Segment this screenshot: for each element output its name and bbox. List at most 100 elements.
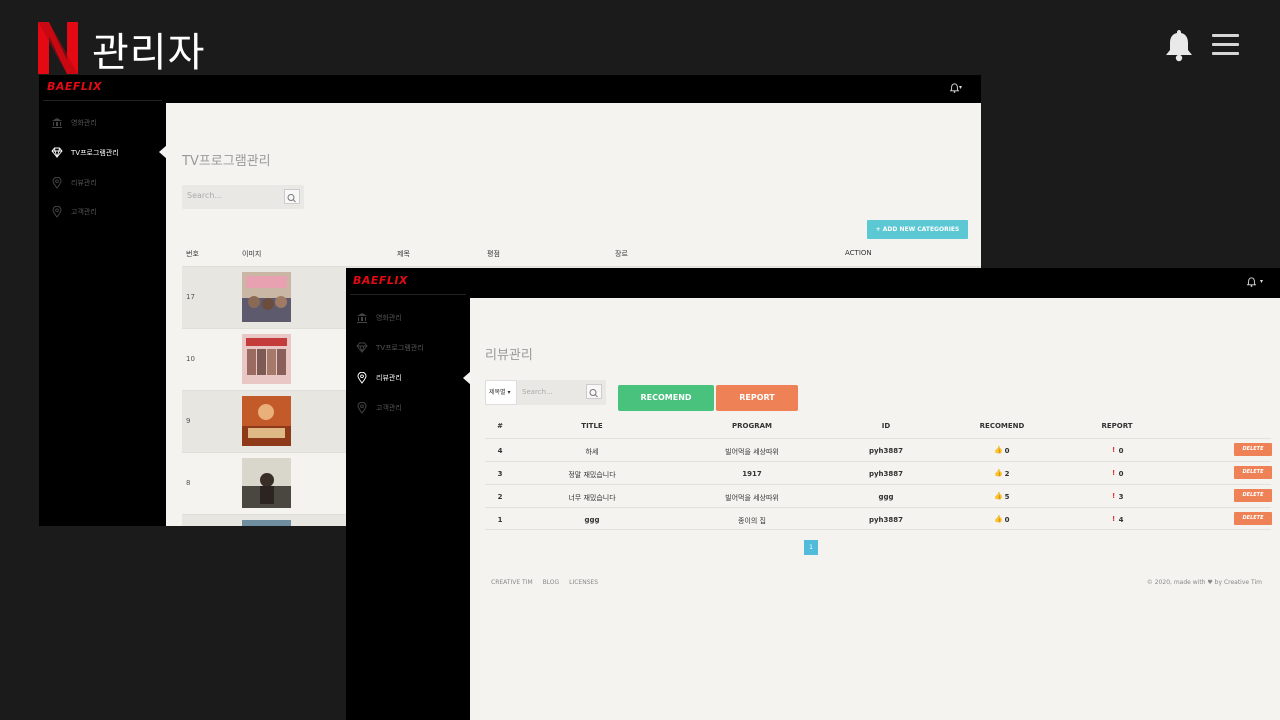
column-header: # — [497, 422, 503, 430]
thumbs-up-icon: 👍 — [994, 515, 1003, 523]
review-user-id: pyh3887 — [868, 516, 904, 524]
add-category-button[interactable]: + ADD NEW CATEGORIES — [867, 220, 968, 239]
diamond-icon — [356, 342, 368, 353]
thumbs-up-icon: 👍 — [994, 446, 1003, 454]
sidebar-item-tv[interactable]: TV프로그램관리 — [51, 147, 119, 158]
review-window: BAEFLIX 영화관리 TV프로그램관리 리뷰관리 고객관리 ▾ 리뷰관리 제… — [346, 268, 1280, 720]
sidebar-item-label: 고객관리 — [71, 208, 97, 216]
delete-button[interactable]: DELETE — [1234, 489, 1272, 502]
footer-link[interactable]: CREATIVE TIM — [491, 579, 533, 586]
bank-icon — [357, 313, 367, 323]
bell-icon[interactable] — [1163, 28, 1195, 62]
review-title: 하세 — [585, 448, 599, 456]
thumbs-up-icon: 👍 — [994, 492, 1003, 500]
pin-icon — [52, 177, 62, 189]
table-row[interactable]: 4 하세 빌어먹을 세상따위 pyh3887 👍 0 ! 0 DELETE — [485, 438, 1272, 461]
pin-icon — [357, 372, 367, 384]
row-number: 17 — [186, 293, 195, 301]
review-program: 빌어먹을 세상따위 — [725, 494, 779, 502]
search-icon — [589, 389, 598, 398]
sidebar-item-reviews[interactable]: 리뷰관리 — [356, 372, 402, 384]
pagination-page-1[interactable]: 1 — [804, 540, 818, 555]
search-box: Search... — [182, 185, 304, 209]
review-user-id: ggg — [878, 493, 894, 501]
chevron-down-icon[interactable]: ▾ — [1260, 278, 1263, 285]
footer-link[interactable]: LICENSES — [569, 579, 598, 586]
section-title: 리뷰관리 — [485, 348, 533, 363]
sidebar-item-tv[interactable]: TV프로그램관리 — [356, 342, 424, 353]
bell-icon[interactable] — [1247, 277, 1256, 287]
filter-select[interactable]: 제목별 ▾ — [485, 380, 517, 405]
search-input[interactable]: Search... — [187, 191, 222, 200]
poster-image[interactable] — [242, 396, 291, 446]
column-header: ACTION — [845, 249, 872, 257]
chevron-down-icon[interactable]: ▾ — [959, 84, 962, 91]
brand-logo[interactable]: BAEFLIX — [353, 274, 408, 287]
delete-button[interactable]: DELETE — [1234, 443, 1272, 456]
menu-icon[interactable] — [1212, 34, 1239, 56]
exclamation-icon: ! — [1112, 446, 1116, 454]
exclamation-icon: ! — [1112, 515, 1116, 523]
recomend-count: 5 — [1004, 493, 1010, 501]
recomend-count: 0 — [1004, 447, 1010, 455]
row-number: 8 — [186, 479, 191, 487]
row-number: 2 — [497, 493, 503, 501]
column-header: REPORT — [1101, 422, 1133, 430]
row-number: 4 — [497, 447, 503, 455]
column-header: RECOMEND — [979, 422, 1025, 430]
sidebar-item-customers[interactable]: 고객관리 — [51, 206, 97, 218]
sidebar-item-label: 영화관리 — [376, 313, 402, 322]
poster-image[interactable] — [242, 334, 291, 384]
report-count: 0 — [1118, 447, 1124, 455]
column-header: 제목 — [397, 250, 410, 258]
search-button[interactable] — [284, 189, 300, 204]
topbar: ▾ — [166, 75, 981, 103]
review-title: ggg — [584, 516, 600, 524]
brand-logo[interactable]: BAEFLIX — [47, 80, 102, 93]
report-count: 3 — [1118, 493, 1124, 501]
sidebar-item-label: 영화관리 — [71, 118, 97, 127]
sidebar-item-customers[interactable]: 고객관리 — [356, 402, 402, 414]
column-header: 장르 — [615, 250, 628, 258]
report-count: 0 — [1118, 470, 1124, 478]
bell-icon[interactable] — [950, 83, 959, 93]
sidebar-item-label: TV프로그램관리 — [376, 343, 424, 352]
exclamation-icon: ! — [1112, 469, 1116, 477]
section-title: TV프로그램관리 — [182, 154, 271, 169]
netflix-logo — [38, 22, 78, 74]
search-button[interactable] — [586, 384, 602, 399]
review-title: 정말 재밌습니다 — [568, 471, 616, 479]
footer-link[interactable]: BLOG — [543, 579, 560, 586]
recomend-count: 2 — [1004, 470, 1010, 478]
report-filter-button[interactable]: REPORT — [716, 385, 798, 411]
review-program: 빌어먹을 세상따위 — [725, 448, 779, 456]
row-number: 10 — [186, 355, 195, 363]
review-user-id: pyh3887 — [868, 470, 904, 478]
search-input[interactable]: Search... — [522, 388, 553, 396]
table-row[interactable]: 2 너무 재밌습니다 빌어먹을 세상따위 ggg 👍 5 ! 3 DELETE — [485, 484, 1272, 507]
footer-copyright: © 2020, made with ♥ by Creative Tim — [1146, 579, 1262, 586]
recomend-filter-button[interactable]: RECOMEND — [618, 385, 714, 411]
pin-icon — [52, 206, 62, 218]
row-number: 3 — [497, 470, 503, 478]
active-indicator — [159, 145, 167, 159]
poster-image[interactable] — [242, 272, 291, 322]
review-program: 종이의 집 — [738, 517, 766, 525]
delete-button[interactable]: DELETE — [1234, 512, 1272, 525]
sidebar: BAEFLIX 영화관리 TV프로그램관리 리뷰관리 고객관리 — [346, 268, 470, 720]
sidebar-item-label: 리뷰관리 — [71, 179, 97, 187]
sidebar-item-movies[interactable]: 영화관리 — [356, 312, 402, 323]
thumbs-up-icon: 👍 — [994, 469, 1003, 477]
sidebar-item-movies[interactable]: 영화관리 — [51, 117, 97, 128]
review-program: 1917 — [742, 470, 762, 478]
delete-button[interactable]: DELETE — [1234, 466, 1272, 479]
sidebar-item-reviews[interactable]: 리뷰관리 — [51, 177, 97, 189]
table-row[interactable]: 1 ggg 종이의 집 pyh3887 👍 0 ! 4 DELETE — [485, 507, 1272, 530]
review-user-id: pyh3887 — [868, 447, 904, 455]
table-row[interactable]: 3 정말 재밌습니다 1917 pyh3887 👍 2 ! 0 DELETE — [485, 461, 1272, 484]
sidebar-item-label: 리뷰관리 — [376, 374, 402, 382]
poster-image[interactable] — [242, 458, 291, 508]
poster-image[interactable] — [242, 520, 291, 526]
review-title: 너무 재밌습니다 — [568, 494, 616, 502]
pin-icon — [357, 402, 367, 414]
